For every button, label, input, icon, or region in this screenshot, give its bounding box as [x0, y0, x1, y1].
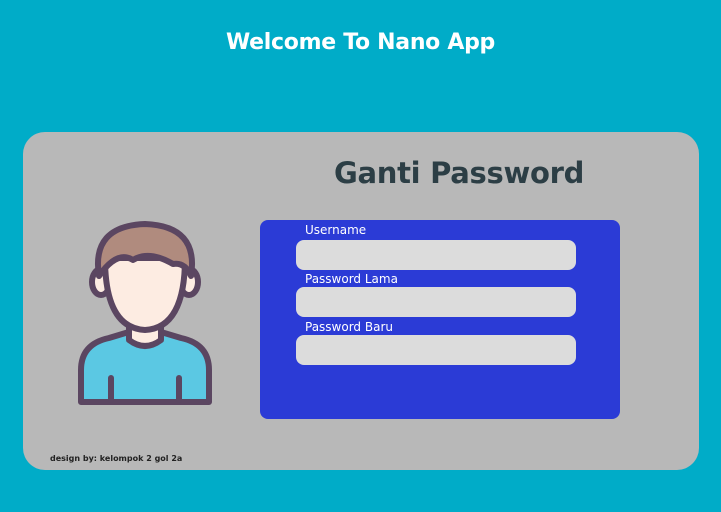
old-password-label: Password Lama [305, 272, 398, 286]
design-credit: design by: kelompok 2 gol 2a [50, 454, 183, 463]
change-password-card: Ganti Password Username Password Lama Pa… [23, 132, 699, 470]
new-password-label: Password Baru [305, 320, 393, 334]
new-password-input[interactable] [296, 335, 576, 365]
old-password-input[interactable] [296, 287, 576, 317]
username-input[interactable] [296, 240, 576, 270]
page-title: Ganti Password [333, 156, 585, 190]
username-label: Username [305, 223, 367, 237]
password-form: Username Password Lama Password Baru [260, 220, 620, 419]
app-title: Welcome To Nano App [226, 30, 495, 55]
user-avatar-icon [78, 221, 212, 405]
